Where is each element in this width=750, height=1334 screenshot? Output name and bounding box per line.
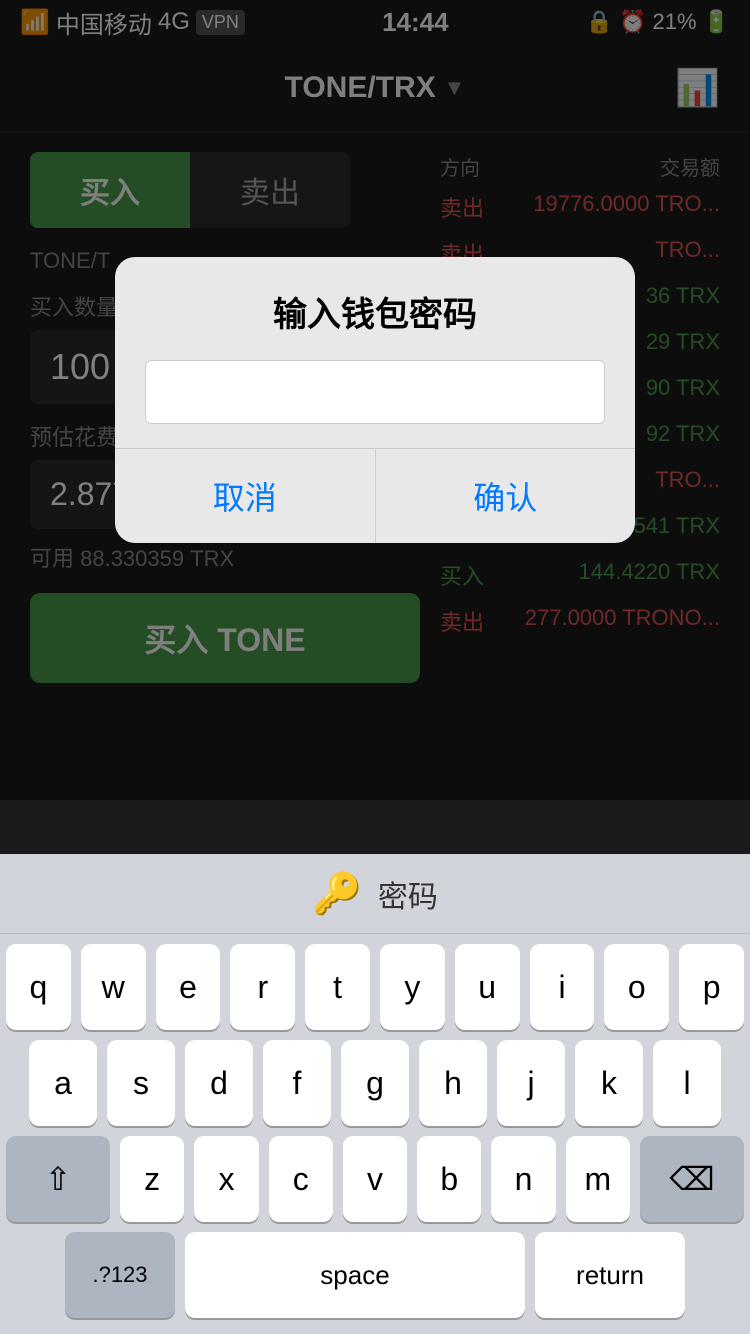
key-l[interactable]: l xyxy=(653,1040,721,1126)
key-m[interactable]: m xyxy=(566,1136,630,1222)
dialog-buttons: 取消 确认 xyxy=(115,448,635,543)
key-e[interactable]: e xyxy=(156,944,221,1030)
key-o[interactable]: o xyxy=(604,944,669,1030)
backspace-key[interactable]: ⌫ xyxy=(640,1136,744,1222)
keyboard-area: 🔑 密码 q w e r t y u i o p a s d f g h j k… xyxy=(0,854,750,1334)
cancel-button[interactable]: 取消 xyxy=(115,449,376,543)
return-key[interactable]: return xyxy=(535,1232,685,1318)
key-i[interactable]: i xyxy=(530,944,595,1030)
key-k[interactable]: k xyxy=(575,1040,643,1126)
password-dialog: 输入钱包密码 取消 确认 xyxy=(115,257,635,543)
key-row-4: .?123 space return xyxy=(6,1232,744,1318)
key-w[interactable]: w xyxy=(81,944,146,1030)
key-hint-text: 密码 xyxy=(378,872,438,916)
key-row-1: q w e r t y u i o p xyxy=(6,944,744,1030)
keyboard-rows: q w e r t y u i o p a s d f g h j k l ⇧ … xyxy=(0,934,750,1334)
key-h[interactable]: h xyxy=(419,1040,487,1126)
password-input[interactable] xyxy=(145,360,605,424)
key-a[interactable]: a xyxy=(29,1040,97,1126)
confirm-button[interactable]: 确认 xyxy=(376,449,636,543)
key-z[interactable]: z xyxy=(120,1136,184,1222)
key-f[interactable]: f xyxy=(263,1040,331,1126)
key-row-3: ⇧ z x c v b n m ⌫ xyxy=(6,1136,744,1222)
key-s[interactable]: s xyxy=(107,1040,175,1126)
space-key[interactable]: space xyxy=(185,1232,525,1318)
key-u[interactable]: u xyxy=(455,944,520,1030)
key-n[interactable]: n xyxy=(491,1136,555,1222)
key-q[interactable]: q xyxy=(6,944,71,1030)
key-v[interactable]: v xyxy=(343,1136,407,1222)
keyboard-hint: 🔑 密码 xyxy=(0,854,750,934)
key-j[interactable]: j xyxy=(497,1040,565,1126)
key-row-2: a s d f g h j k l xyxy=(6,1040,744,1126)
key-b[interactable]: b xyxy=(417,1136,481,1222)
dialog-title: 输入钱包密码 xyxy=(145,287,605,336)
key-p[interactable]: p xyxy=(679,944,744,1030)
key-icon: 🔑 xyxy=(312,870,362,917)
key-t[interactable]: t xyxy=(305,944,370,1030)
key-y[interactable]: y xyxy=(380,944,445,1030)
key-g[interactable]: g xyxy=(341,1040,409,1126)
key-c[interactable]: c xyxy=(269,1136,333,1222)
dialog-overlay: 输入钱包密码 取消 确认 xyxy=(0,0,750,800)
shift-key[interactable]: ⇧ xyxy=(6,1136,110,1222)
key-x[interactable]: x xyxy=(194,1136,258,1222)
numeric-key[interactable]: .?123 xyxy=(65,1232,175,1318)
key-r[interactable]: r xyxy=(230,944,295,1030)
key-d[interactable]: d xyxy=(185,1040,253,1126)
